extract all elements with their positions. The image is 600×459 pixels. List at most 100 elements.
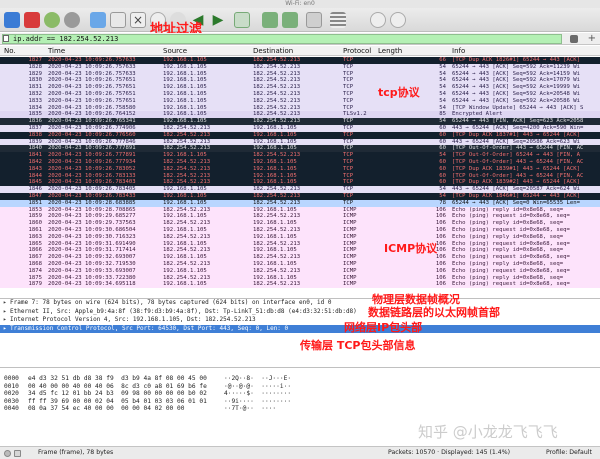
cell-no: 1874 bbox=[28, 267, 42, 274]
packet-row[interactable]: 1842 2020-04-23 10:09:26.777934 182.254.52… bbox=[0, 158, 600, 166]
packet-row[interactable]: 1828 2020-04-23 10:09:26.757633 192.168.1.… bbox=[0, 63, 600, 71]
restart-icon[interactable] bbox=[44, 12, 60, 28]
cell-info: 65244 → 443 [ACK] Seq=592 Ack=14159 Wi bbox=[452, 70, 580, 77]
col-destination[interactable]: Destination bbox=[253, 46, 293, 56]
packet-row[interactable]: 1863 2020-04-23 10:09:30.716323 182.254.52… bbox=[0, 233, 600, 241]
packet-row[interactable]: 1837 2020-04-23 10:09:26.774906 182.254.52… bbox=[0, 124, 600, 132]
expert-info-icon[interactable] bbox=[4, 450, 11, 457]
cell-source: 182.254.52.213 bbox=[163, 124, 211, 131]
bookmark-icon[interactable] bbox=[3, 35, 9, 42]
col-protocol[interactable]: Protocol bbox=[343, 46, 371, 56]
packet-row[interactable]: 1868 2020-04-23 10:09:32.719530 182.254.52… bbox=[0, 260, 600, 268]
filter-bar: ip.addr == 182.254.52.213 + bbox=[0, 33, 600, 45]
packet-row[interactable]: 1859 2020-04-23 10:09:29.685277 192.168.1.… bbox=[0, 213, 600, 221]
expand-triangle-icon[interactable]: ▸ bbox=[3, 308, 10, 317]
packet-row[interactable]: 1875 2020-04-23 10:09:33.722380 182.254.52… bbox=[0, 274, 600, 282]
autoscroll-icon[interactable] bbox=[306, 12, 322, 28]
cell-no: 1863 bbox=[28, 233, 42, 240]
last-packet-icon[interactable] bbox=[282, 12, 298, 28]
cell-source: 192.168.1.105 bbox=[163, 152, 207, 159]
packet-row[interactable]: 1836 2020-04-23 10:09:26.765341 192.168.1.… bbox=[0, 118, 600, 125]
cell-time: 2020-04-23 10:09:34.695118 bbox=[48, 281, 136, 288]
cell-no: 1831 bbox=[28, 84, 42, 91]
packet-row[interactable]: 1831 2020-04-23 10:09:26.757651 192.168.1.… bbox=[0, 84, 600, 91]
close-file-icon[interactable]: × bbox=[130, 12, 146, 28]
display-filter-input[interactable]: ip.addr == 182.254.52.213 bbox=[2, 34, 562, 44]
cell-protocol: TCP bbox=[343, 63, 354, 70]
cell-protocol: TCP bbox=[343, 104, 354, 111]
col-no[interactable]: No. bbox=[4, 46, 16, 56]
packet-row[interactable]: 1832 2020-04-23 10:09:26.757651 192.168.1.… bbox=[0, 90, 600, 98]
packet-row[interactable]: 1853 2020-04-23 10:09:28.708865 182.254.52… bbox=[0, 206, 600, 214]
packet-list[interactable]: 1827 2020-04-23 10:09:26.757633 192.168.1.… bbox=[0, 57, 600, 298]
packet-row[interactable]: 1879 2020-04-23 10:09:34.695118 192.168.1.… bbox=[0, 281, 600, 289]
packet-row[interactable]: 1830 2020-04-23 10:09:26.757651 192.168.1.… bbox=[0, 77, 600, 85]
packet-row[interactable]: 1839 2020-04-23 10:09:26.777846 182.254.52… bbox=[0, 138, 600, 146]
status-profile[interactable]: Profile: Default bbox=[546, 447, 592, 459]
detail-row[interactable]: ▸ Internet Protocol Version 4, Src: 192.1… bbox=[0, 316, 600, 325]
cell-destination: 192.168.1.105 bbox=[253, 206, 297, 213]
go-forward-icon[interactable]: ▶ bbox=[210, 12, 226, 28]
go-to-packet-icon[interactable] bbox=[234, 12, 250, 28]
expand-triangle-icon[interactable]: ▸ bbox=[3, 325, 10, 334]
packet-row[interactable]: 1866 2020-04-23 10:09:31.717414 182.254.52… bbox=[0, 247, 600, 255]
packet-row[interactable]: 1846 2020-04-23 10:09:26.783405 192.168.1.… bbox=[0, 186, 600, 193]
packet-row[interactable]: 1840 2020-04-23 10:09:26.777891 182.254.52… bbox=[0, 145, 600, 153]
apply-filter-arrow-icon[interactable] bbox=[570, 35, 578, 43]
packet-row[interactable]: 1835 2020-04-23 10:09:26.764152 192.168.1.… bbox=[0, 111, 600, 119]
cell-protocol: ICMP bbox=[343, 267, 357, 274]
cell-time: 2020-04-23 10:09:26.777891 bbox=[48, 145, 136, 152]
zoom-in-icon[interactable] bbox=[370, 12, 386, 28]
open-folder-icon[interactable] bbox=[90, 12, 106, 28]
options-gear-icon[interactable] bbox=[64, 12, 80, 28]
packet-row[interactable]: 1843 2020-04-23 10:09:26.783052 182.254.52… bbox=[0, 165, 600, 173]
cell-time: 2020-04-23 10:09:26.757633 bbox=[48, 57, 136, 63]
packet-row[interactable]: 1833 2020-04-23 10:09:26.757651 192.168.1.… bbox=[0, 97, 600, 105]
cell-source: 182.254.52.213 bbox=[163, 145, 211, 152]
cell-source: 182.254.52.213 bbox=[163, 274, 211, 281]
cell-destination: 182.254.52.213 bbox=[253, 77, 301, 84]
packet-row[interactable]: 1865 2020-04-23 10:09:31.691490 192.168.1.… bbox=[0, 240, 600, 248]
packet-row[interactable]: 1847 2020-04-23 10:09:26.783433 192.168.1.… bbox=[0, 192, 600, 200]
packet-row[interactable]: 1838 2020-04-23 10:09:26.776560 182.254.52… bbox=[0, 131, 600, 139]
cell-time: 2020-04-23 10:09:26.783433 bbox=[48, 192, 136, 199]
detail-row[interactable]: ▸ Frame 7: 78 bytes on wire (624 bits), 7… bbox=[0, 299, 600, 308]
packet-row[interactable]: 1845 2020-04-23 10:09:26.783403 182.254.52… bbox=[0, 179, 600, 187]
first-packet-icon[interactable] bbox=[262, 12, 278, 28]
packet-row[interactable]: 1834 2020-04-23 10:09:26.758580 192.168.1.… bbox=[0, 104, 600, 112]
expand-triangle-icon[interactable]: ▸ bbox=[3, 299, 10, 308]
packet-row[interactable]: 1827 2020-04-23 10:09:26.757633 192.168.1.… bbox=[0, 57, 600, 64]
zoom-out-icon[interactable] bbox=[390, 12, 406, 28]
col-time[interactable]: Time bbox=[48, 46, 65, 56]
col-info[interactable]: Info bbox=[452, 46, 465, 56]
col-source[interactable]: Source bbox=[163, 46, 187, 56]
packet-row[interactable]: 1874 2020-04-23 10:09:33.693007 192.168.1.… bbox=[0, 267, 600, 275]
byte-hex: 34 d5 fc 12 01 bb 24 b3 09 98 00 00 00 0… bbox=[28, 390, 207, 397]
colorize-icon[interactable] bbox=[330, 12, 346, 28]
packet-row[interactable]: 1829 2020-04-23 10:09:26.757633 192.168.1.… bbox=[0, 70, 600, 78]
cell-time: 2020-04-23 10:09:26.757651 bbox=[48, 97, 136, 104]
add-expression-icon[interactable]: + bbox=[588, 34, 596, 44]
detail-row[interactable]: ▸ Ethernet II, Src: Apple_b9:4a:8f (38:f9… bbox=[0, 308, 600, 317]
packet-row[interactable]: 1841 2020-04-23 10:09:26.777891 192.168.1.… bbox=[0, 152, 600, 159]
byte-hex: 08 0a 37 54 ec 40 00 00 00 00 04 02 00 0… bbox=[28, 405, 185, 412]
capture-comment-icon[interactable] bbox=[14, 450, 21, 457]
detail-row[interactable]: ▸ Transmission Control Protocol, Src Port… bbox=[0, 324, 600, 334]
packet-row[interactable]: 1844 2020-04-23 10:09:26.783133 182.254.52… bbox=[0, 172, 600, 180]
cell-time: 2020-04-23 10:09:28.683885 bbox=[48, 199, 136, 206]
packet-row[interactable]: 1861 2020-04-23 10:09:30.686504 192.168.1.… bbox=[0, 226, 600, 234]
byte-offset: 0030 bbox=[4, 397, 19, 405]
cell-info: Echo (ping) request id=0x8e68, seq= bbox=[452, 226, 570, 233]
shark-fin-icon[interactable] bbox=[4, 12, 20, 28]
col-length[interactable]: Length bbox=[378, 46, 402, 56]
save-file-icon[interactable] bbox=[110, 12, 126, 28]
status-frame: Frame (frame), 78 bytes bbox=[38, 449, 114, 456]
cell-info: 65244 → 443 [ACK] Seq=592 Ack=19999 Wi bbox=[452, 84, 580, 91]
detail-text: Internet Protocol Version 4, Src: 192.16… bbox=[10, 316, 256, 323]
packet-row[interactable]: 1860 2020-04-23 10:09:29.737563 182.254.52… bbox=[0, 220, 600, 227]
packet-row[interactable]: 1867 2020-04-23 10:09:32.693007 192.168.1.… bbox=[0, 254, 600, 261]
packet-details[interactable]: ▸ Frame 7: 78 bytes on wire (624 bits), 7… bbox=[0, 298, 600, 368]
stop-icon[interactable] bbox=[24, 12, 40, 28]
packet-row[interactable]: 1851 2020-04-23 10:09:28.683885 192.168.1.… bbox=[0, 199, 600, 207]
expand-triangle-icon[interactable]: ▸ bbox=[3, 316, 10, 325]
